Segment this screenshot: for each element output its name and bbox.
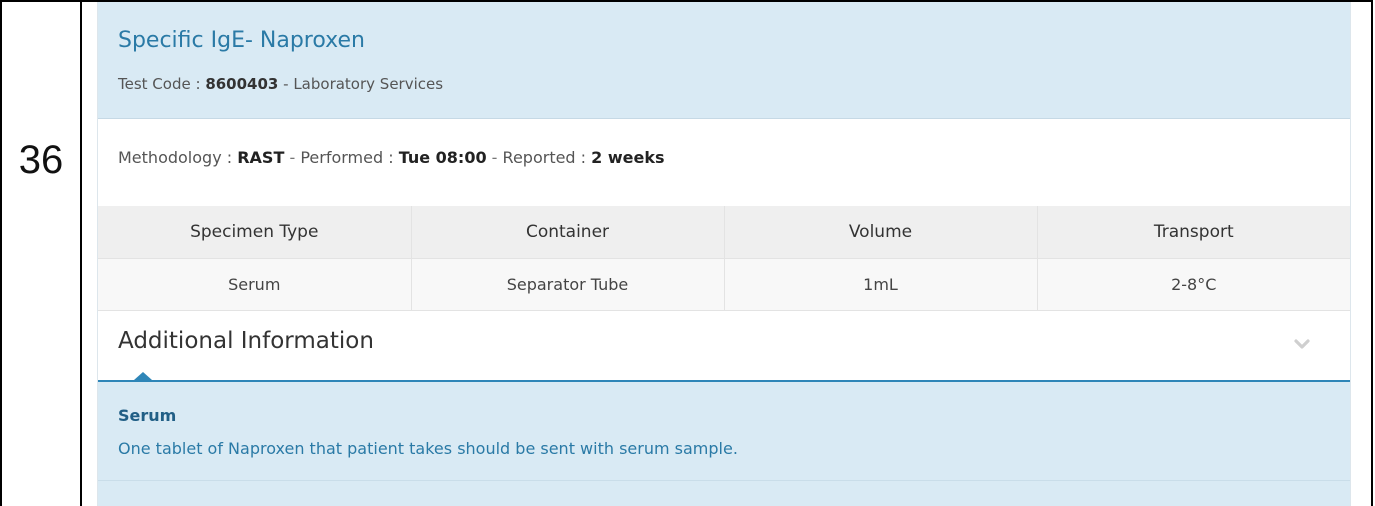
methodology-label: Methodology : — [118, 148, 238, 167]
column-header-transport: Transport — [1036, 206, 1350, 259]
cell-container: Separator Tube — [410, 258, 724, 311]
info-divider — [98, 480, 1350, 481]
test-code-value: 8600403 — [205, 75, 279, 93]
active-tab-pointer — [134, 372, 152, 380]
cell-volume: 1mL — [723, 258, 1037, 311]
info-heading: Serum — [118, 406, 177, 425]
test-card: Specific IgE- Naproxen Test Code : 86004… — [97, 2, 1351, 506]
test-header: Specific IgE- Naproxen Test Code : 86004… — [98, 2, 1350, 119]
outer-right-border — [1371, 0, 1373, 506]
reported-label: Reported : — [502, 148, 592, 167]
performed-label: Performed : — [300, 148, 399, 167]
test-code-label: Test Code : — [118, 75, 206, 93]
separator: - — [486, 148, 503, 167]
test-code-line: Test Code : 8600403 - Laboratory Service… — [118, 75, 443, 93]
column-header-specimen-type: Specimen Type — [98, 206, 411, 259]
column-header-container: Container — [410, 206, 724, 259]
additional-info-toggle[interactable]: Additional Information — [118, 328, 374, 354]
info-text: One tablet of Naproxen that patient take… — [118, 439, 738, 458]
methodology-value: RAST — [237, 148, 285, 167]
row-number: 36 — [18, 138, 64, 182]
outer-left-border — [0, 0, 2, 506]
separator: - — [284, 148, 301, 167]
table-header-row: Specimen Type Container Volume Transport — [98, 206, 1350, 259]
table-row: Serum Separator Tube 1mL 2-8°C — [98, 258, 1350, 311]
performed-value: Tue 08:00 — [398, 148, 487, 167]
test-department: - Laboratory Services — [278, 75, 444, 93]
methodology-line: Methodology : RAST - Performed : Tue 08:… — [118, 148, 665, 167]
cell-specimen-type: Serum — [98, 258, 411, 311]
test-title[interactable]: Specific IgE- Naproxen — [118, 28, 365, 53]
column-header-volume: Volume — [723, 206, 1037, 259]
chevron-down-icon[interactable] — [1294, 338, 1310, 350]
row-number-divider — [80, 0, 82, 506]
additional-info-panel: Serum One tablet of Naproxen that patien… — [98, 382, 1350, 506]
cell-transport: 2-8°C — [1036, 258, 1350, 311]
reported-value: 2 weeks — [591, 148, 665, 167]
specimen-table: Specimen Type Container Volume Transport… — [98, 206, 1350, 311]
